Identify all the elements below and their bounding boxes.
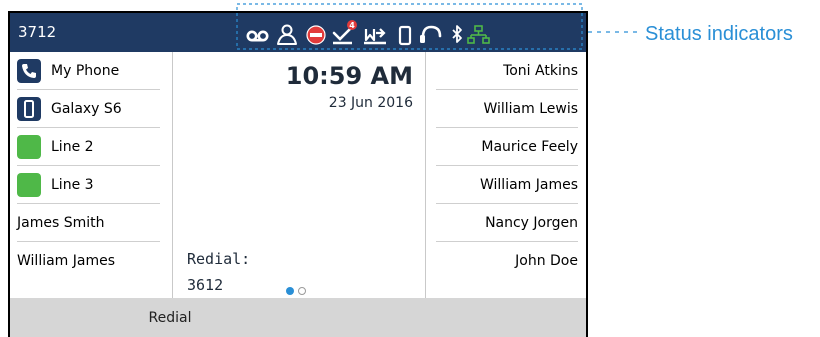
key-label: My Phone: [51, 62, 120, 79]
key-label: William James: [17, 253, 116, 269]
key-line-3[interactable]: Line 3: [17, 166, 160, 204]
softkey-bar: Redial: [10, 298, 586, 337]
phone-screen: 3712 4 My Phone Galaxy S6 Line 2 Line 3 …: [8, 11, 588, 337]
key-label: James Smith: [17, 214, 105, 231]
redial-label: Redial:: [187, 250, 251, 268]
key-william-james-right[interactable]: William James: [436, 166, 578, 204]
key-james-smith[interactable]: James Smith: [17, 204, 160, 242]
callout-leader-line: [588, 31, 642, 33]
key-label: Line 3: [51, 176, 94, 193]
key-maurice-feely[interactable]: Maurice Feely: [436, 128, 578, 166]
key-my-phone[interactable]: My Phone: [17, 52, 160, 90]
key-line-2[interactable]: Line 2: [17, 128, 160, 166]
key-william-lewis[interactable]: William Lewis: [436, 90, 578, 128]
key-label: John Doe: [515, 253, 578, 269]
key-label: Toni Atkins: [503, 62, 578, 79]
key-toni-atkins[interactable]: Toni Atkins: [436, 52, 578, 90]
idle-screen: 10:59 AM 23 Jun 2016 Redial: 3612: [173, 52, 425, 298]
key-label: Maurice Feely: [481, 138, 578, 155]
clock-date: 23 Jun 2016: [328, 95, 413, 111]
key-william-james[interactable]: William James: [17, 242, 160, 280]
page-dot-active: [286, 287, 294, 295]
key-john-doe[interactable]: John Doe: [436, 242, 578, 280]
page-dot: [298, 287, 306, 295]
line-status-icon: [17, 134, 41, 159]
line-status-icon: [17, 172, 41, 197]
mobile-icon: [17, 96, 41, 121]
redial-number: 3612: [187, 276, 224, 294]
key-label: Nancy Jorgen: [485, 214, 578, 231]
clock-time: 10:59 AM: [285, 62, 413, 90]
key-label: William Lewis: [483, 100, 578, 117]
status-indicators-callout: [236, 3, 583, 50]
callout-box: [236, 3, 583, 50]
phone-icon: [17, 58, 41, 83]
right-key-column: Toni Atkins William Lewis Maurice Feely …: [425, 52, 586, 298]
screen-content: 3712 4 My Phone Galaxy S6 Line 2 Line 3 …: [10, 13, 586, 337]
key-label: Galaxy S6: [51, 100, 122, 117]
callout-label: Status indicators: [645, 23, 793, 45]
left-key-column: My Phone Galaxy S6 Line 2 Line 3 James S…: [10, 52, 173, 298]
key-galaxy-s6[interactable]: Galaxy S6: [17, 90, 160, 128]
key-nancy-jorgen[interactable]: Nancy Jorgen: [436, 204, 578, 242]
key-label: Line 2: [51, 138, 94, 155]
page-indicator: [286, 287, 306, 295]
redial-softkey[interactable]: Redial: [10, 298, 330, 337]
key-label: William James: [479, 176, 578, 193]
